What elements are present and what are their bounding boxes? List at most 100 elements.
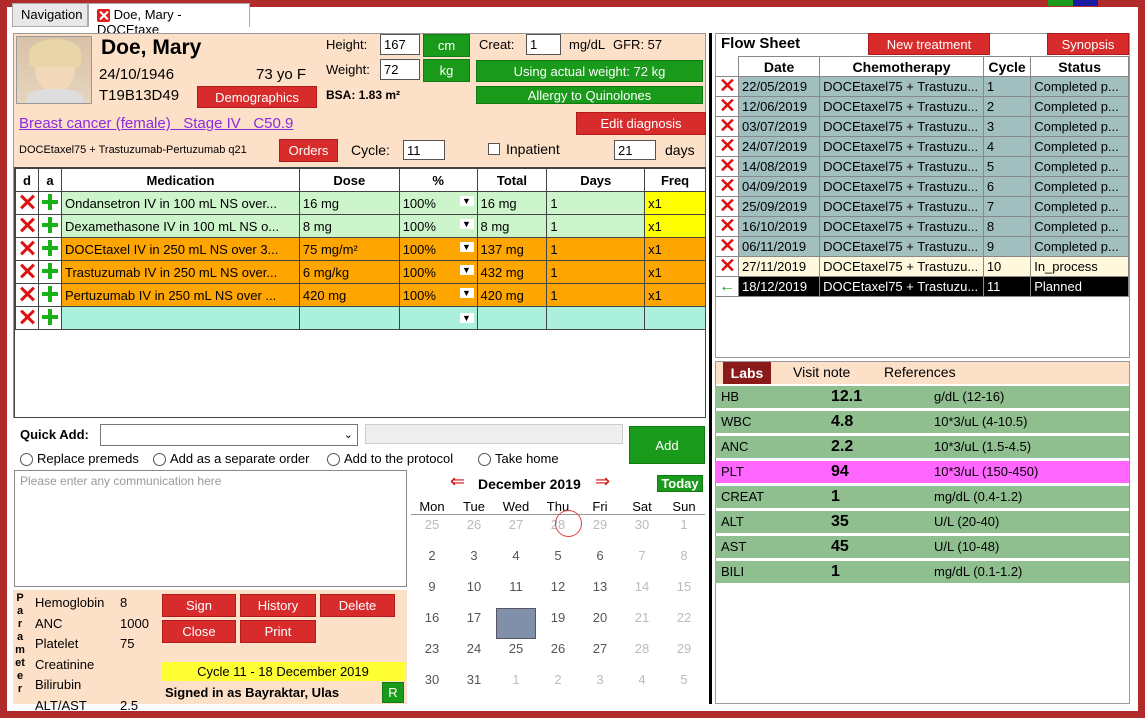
medication-percent[interactable]: ▼ <box>398 306 478 330</box>
tab-labs[interactable]: Labs <box>723 362 771 384</box>
dropdown-icon[interactable]: ▼ <box>459 195 474 206</box>
add-icon[interactable] <box>42 193 58 210</box>
medication-row-empty[interactable]: ▼ <box>15 306 706 330</box>
calendar-day[interactable]: 17 <box>454 610 494 625</box>
calendar-day[interactable]: 22 <box>664 610 704 625</box>
lab-row[interactable]: ALT 35 U/L (20-40) <box>715 511 1129 533</box>
add-button[interactable]: Add <box>629 426 705 464</box>
calendar-day[interactable]: 16 <box>412 610 452 625</box>
tab-navigation[interactable]: Navigation <box>12 3 88 27</box>
inpatient-checkbox[interactable] <box>488 143 500 155</box>
close-icon[interactable] <box>97 9 110 23</box>
flow-row[interactable]: 06/11/2019 DOCEtaxel75 + Trastuzu... 9 Comp… <box>715 236 1129 257</box>
lab-row[interactable]: AST 45 U/L (10-48) <box>715 536 1129 558</box>
medication-dose[interactable]: 6 mg/kg <box>298 260 400 284</box>
medication-days[interactable] <box>546 306 646 330</box>
medication-freq[interactable] <box>644 306 706 330</box>
calendar-day[interactable]: 27 <box>580 641 620 656</box>
calendar-day[interactable]: 26 <box>454 517 494 532</box>
medication-freq[interactable]: x1 <box>644 260 706 284</box>
dropdown-icon[interactable]: ▼ <box>459 241 474 252</box>
medication-percent[interactable]: 100% ▼ <box>398 237 478 261</box>
medication-freq[interactable]: x1 <box>644 283 706 307</box>
medication-freq[interactable]: x1 <box>644 214 706 238</box>
delete-icon[interactable] <box>720 78 734 92</box>
calendar-day[interactable]: 1 <box>496 672 536 687</box>
dropdown-icon[interactable]: ▼ <box>459 287 474 298</box>
medication-percent[interactable]: 100% ▼ <box>398 214 478 238</box>
quick-add-detail-field[interactable] <box>365 424 623 444</box>
calendar-day[interactable]: 4 <box>496 548 536 563</box>
delete-icon[interactable] <box>19 309 35 325</box>
calendar-day[interactable]: 21 <box>622 610 662 625</box>
delete-button[interactable]: Delete <box>320 594 395 617</box>
tab-patient[interactable]: Doe, Mary - DOCEtaxe <box>88 3 250 37</box>
flow-row[interactable]: 16/10/2019 DOCEtaxel75 + Trastuzu... 8 Comp… <box>715 216 1129 237</box>
add-icon[interactable] <box>42 239 58 256</box>
quick-add-select[interactable]: ⌄ <box>100 424 358 446</box>
delete-icon[interactable] <box>19 194 35 210</box>
medication-dose[interactable] <box>298 306 400 330</box>
calendar-day[interactable]: 29 <box>664 641 704 656</box>
calendar-day[interactable]: 2 <box>412 548 452 563</box>
delete-icon[interactable] <box>720 198 734 212</box>
delete-cell[interactable] <box>715 136 739 157</box>
calendar-day[interactable]: 1 <box>664 517 704 532</box>
calendar-day[interactable]: 25 <box>496 641 536 656</box>
allergy-button[interactable]: Allergy to Quinolones <box>476 86 703 104</box>
calendar-day[interactable]: 6 <box>580 548 620 563</box>
flow-row[interactable]: 24/07/2019 DOCEtaxel75 + Trastuzu... 4 Comp… <box>715 136 1129 157</box>
radio-icon[interactable] <box>153 453 166 467</box>
calendar-day[interactable]: 30 <box>622 517 662 532</box>
flow-row[interactable]: 03/07/2019 DOCEtaxel75 + Trastuzu... 3 Comp… <box>715 116 1129 137</box>
calendar-day[interactable]: 28 <box>622 641 662 656</box>
medication-row[interactable]: Ondansetron IV in 100 mL NS over... 16 m… <box>15 191 706 215</box>
weight-unit-button[interactable]: kg <box>423 59 470 82</box>
sign-button[interactable]: Sign <box>162 594 236 617</box>
cycle-input[interactable]: 11 <box>403 140 445 160</box>
days-input[interactable]: 21 <box>614 140 656 160</box>
delete-icon[interactable] <box>720 178 734 192</box>
arrow-left-icon[interactable]: ← <box>715 276 739 297</box>
add-icon[interactable] <box>42 216 58 233</box>
calendar-day[interactable]: 8 <box>664 548 704 563</box>
calendar-day[interactable]: 5 <box>538 548 578 563</box>
delete-icon[interactable] <box>720 238 734 252</box>
calendar-day[interactable]: 20 <box>580 610 620 625</box>
delete-cell[interactable] <box>715 176 739 197</box>
diagnosis-link[interactable]: Breast cancer (female) Stage IV C50.9 <box>19 115 293 132</box>
medication-freq[interactable]: x1 <box>644 237 706 261</box>
medication-days[interactable]: 1 <box>546 283 646 307</box>
weight-note-button[interactable]: Using actual weight: 72 kg <box>476 60 703 82</box>
print-button[interactable]: Print <box>240 620 316 643</box>
communication-textarea[interactable]: Please enter any communication here <box>14 470 407 587</box>
radio-replace-premeds[interactable]: Replace premeds <box>20 451 139 467</box>
orders-button[interactable]: Orders <box>279 139 338 162</box>
radio-add-to-protocol[interactable]: Add to the protocol <box>327 451 453 467</box>
today-button[interactable]: Today <box>657 475 703 492</box>
medication-days[interactable]: 1 <box>546 260 646 284</box>
flow-row[interactable]: 12/06/2019 DOCEtaxel75 + Trastuzu... 2 Comp… <box>715 96 1129 117</box>
medication-dose[interactable]: 16 mg <box>298 191 400 215</box>
calendar-day[interactable]: 30 <box>412 672 452 687</box>
medication-days[interactable]: 1 <box>546 191 646 215</box>
delete-icon[interactable] <box>720 118 734 132</box>
medication-percent[interactable]: 100% ▼ <box>398 260 478 284</box>
synopsis-button[interactable]: Synopsis <box>1047 33 1129 55</box>
calendar-day[interactable]: 5 <box>664 672 704 687</box>
flow-row[interactable]: 14/08/2019 DOCEtaxel75 + Trastuzu... 5 Comp… <box>715 156 1129 177</box>
delete-icon[interactable] <box>19 263 35 279</box>
calendar-day[interactable]: 27 <box>496 517 536 532</box>
calendar-day[interactable]: 19 <box>538 610 578 625</box>
calendar-day[interactable]: 7 <box>622 548 662 563</box>
radio-icon[interactable] <box>478 453 491 467</box>
next-month-icon[interactable]: ⇒ <box>595 472 610 490</box>
delete-cell[interactable] <box>715 156 739 177</box>
flow-row[interactable]: 27/11/2019 DOCEtaxel75 + Trastuzu... 10 In_… <box>715 256 1129 277</box>
add-icon[interactable] <box>42 285 58 302</box>
add-icon[interactable] <box>42 262 58 279</box>
medication-percent[interactable]: 100% ▼ <box>398 283 478 307</box>
delete-icon[interactable] <box>720 98 734 112</box>
medication-row[interactable]: DOCEtaxel IV in 250 mL NS over 3... 75 m… <box>15 237 706 261</box>
delete-cell[interactable] <box>715 216 739 237</box>
